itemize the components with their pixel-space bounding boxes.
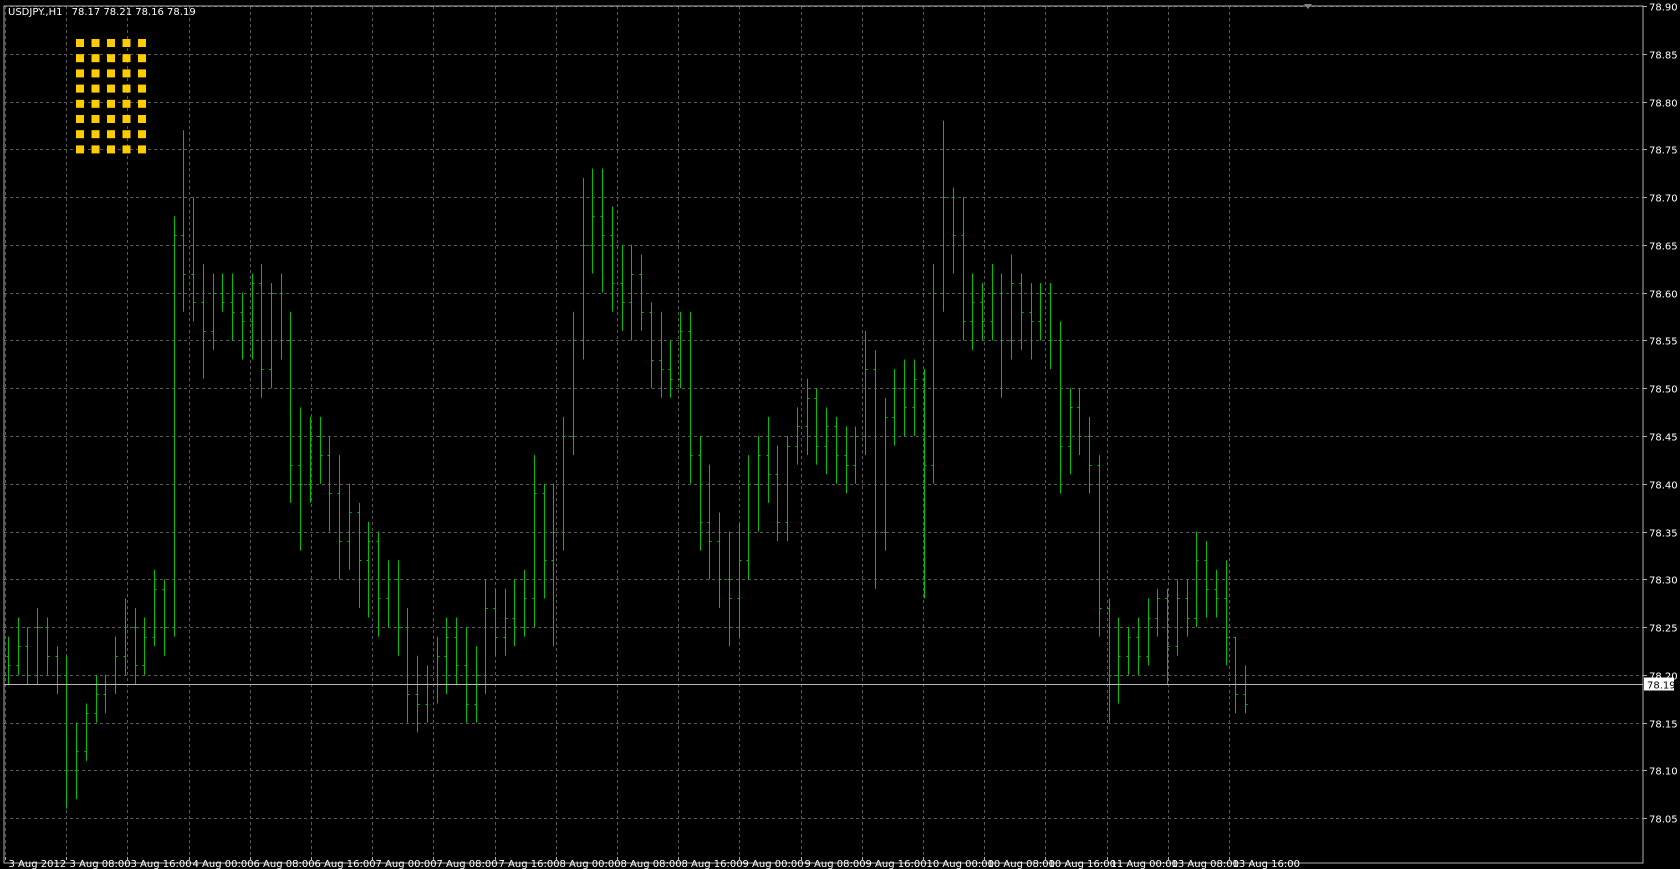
indicator-dot: [138, 115, 146, 123]
indicator-dot: [107, 130, 115, 139]
x-tick-label: 8 Aug 00:00: [560, 859, 621, 869]
y-tick-label: 78.05: [1649, 815, 1678, 826]
y-tick-label: 78.50: [1649, 385, 1678, 396]
indicator-dot: [76, 115, 84, 123]
time-axis[interactable]: 3 Aug 2012 3 Aug 08:00 3 Aug 16:00 4 Aug 00…: [5, 857, 1300, 869]
ohlc-values: 78.17 78.21 78.16 78.19: [72, 7, 196, 18]
indicator-dot: [122, 39, 131, 47]
indicator-dot: [138, 54, 146, 63]
symbol-name: USDJPY.,H1: [8, 7, 62, 18]
y-tick-label: 78.70: [1649, 194, 1678, 205]
indicator-dot: [122, 99, 131, 108]
indicator-dot: [76, 145, 84, 154]
indicator-dot: [76, 99, 84, 108]
y-tick-label: 78.60: [1649, 290, 1678, 301]
x-tick-label: 10 Aug 08:00: [988, 859, 1055, 869]
x-tick-label: 13 Aug 08:00: [1172, 859, 1239, 869]
x-tick-label: 13 Aug 16:00: [1233, 859, 1300, 869]
indicator-dot: [91, 130, 100, 139]
y-tick-label: 78.75: [1649, 146, 1678, 157]
x-tick-label: 3 Aug 08:00: [70, 859, 131, 869]
y-tick-label: 78.30: [1649, 576, 1678, 587]
y-tick-label: 78.25: [1649, 624, 1678, 635]
x-tick-label: 7 Aug 08:00: [437, 859, 498, 869]
y-tick-label: 78.10: [1649, 767, 1678, 778]
indicator-dot: [91, 115, 100, 123]
indicator-dot: [122, 130, 131, 139]
y-tick-label: 78.35: [1649, 529, 1678, 540]
y-tick-label: 78.85: [1649, 51, 1678, 62]
indicator-dot: [91, 69, 100, 78]
indicator-dot: [107, 99, 115, 108]
x-tick-label: 3 Aug 16:00: [131, 859, 192, 869]
indicator-dot: [91, 99, 100, 108]
indicator-dot: [138, 84, 146, 93]
y-tick-label: 78.55: [1649, 337, 1678, 348]
x-tick-label: 9 Aug 16:00: [866, 859, 927, 869]
indicator-dot: [138, 145, 146, 154]
indicator-dot: [76, 39, 84, 47]
indicator-dot: [91, 39, 100, 47]
x-tick-label: 7 Aug 16:00: [499, 859, 560, 869]
x-tick-label: 11 Aug 00:00: [1111, 859, 1178, 869]
symbol-header: USDJPY.,H1 78.17 78.21 78.16 78.19: [8, 7, 196, 18]
x-tick-label: 9 Aug 08:00: [805, 859, 866, 869]
indicator-dot: [122, 69, 131, 78]
y-tick-label: 78.90: [1649, 3, 1678, 14]
indicator-dot: [138, 39, 146, 47]
indicator-dot: [76, 84, 84, 93]
y-tick-label: 78.80: [1649, 99, 1678, 110]
x-tick-label: 6 Aug 08:00: [254, 859, 315, 869]
x-tick-label: 10 Aug 16:00: [1049, 859, 1116, 869]
price-chart[interactable]: 78.19 78.0578.1078.1578.2078.2578.3078.3…: [0, 0, 1680, 869]
y-tick-label: 78.40: [1649, 481, 1678, 492]
indicator-dot: [122, 54, 131, 63]
x-tick-label: 4 Aug 00:00: [193, 859, 254, 869]
x-tick-label: 6 Aug 16:00: [315, 859, 376, 869]
indicator-dot: [122, 145, 131, 154]
indicator-dot: [138, 130, 146, 139]
indicator-dot: [107, 145, 115, 154]
x-tick-label: 8 Aug 16:00: [682, 859, 743, 869]
indicator-dot: [107, 54, 115, 63]
indicator-dot: [107, 69, 115, 78]
indicator-dot: [107, 39, 115, 47]
indicator-dot: [76, 69, 84, 78]
indicator-dot: [107, 115, 115, 123]
indicator-dot: [138, 69, 146, 78]
y-tick-label: 78.20: [1649, 672, 1678, 683]
indicator-dot: [91, 54, 100, 63]
x-tick-label: 10 Aug 00:00: [927, 859, 994, 869]
indicator-dot: [122, 115, 131, 123]
x-tick-label: 8 Aug 08:00: [621, 859, 682, 869]
x-tick-label: 9 Aug 00:00: [743, 859, 804, 869]
indicator-dot: [91, 84, 100, 93]
indicator-dot: [76, 54, 84, 63]
indicator-dot: [91, 145, 100, 154]
indicator-dot: [138, 99, 146, 108]
y-tick-label: 78.65: [1649, 242, 1678, 253]
indicator-dot: [107, 84, 115, 93]
indicator-dot: [76, 130, 84, 139]
y-tick-label: 78.15: [1649, 720, 1678, 731]
x-tick-label: 7 Aug 00:00: [376, 859, 437, 869]
indicator-dot: [122, 84, 131, 93]
x-tick-label: 3 Aug 2012: [9, 859, 67, 869]
y-tick-label: 78.45: [1649, 433, 1678, 444]
chart-background: [0, 0, 1680, 869]
